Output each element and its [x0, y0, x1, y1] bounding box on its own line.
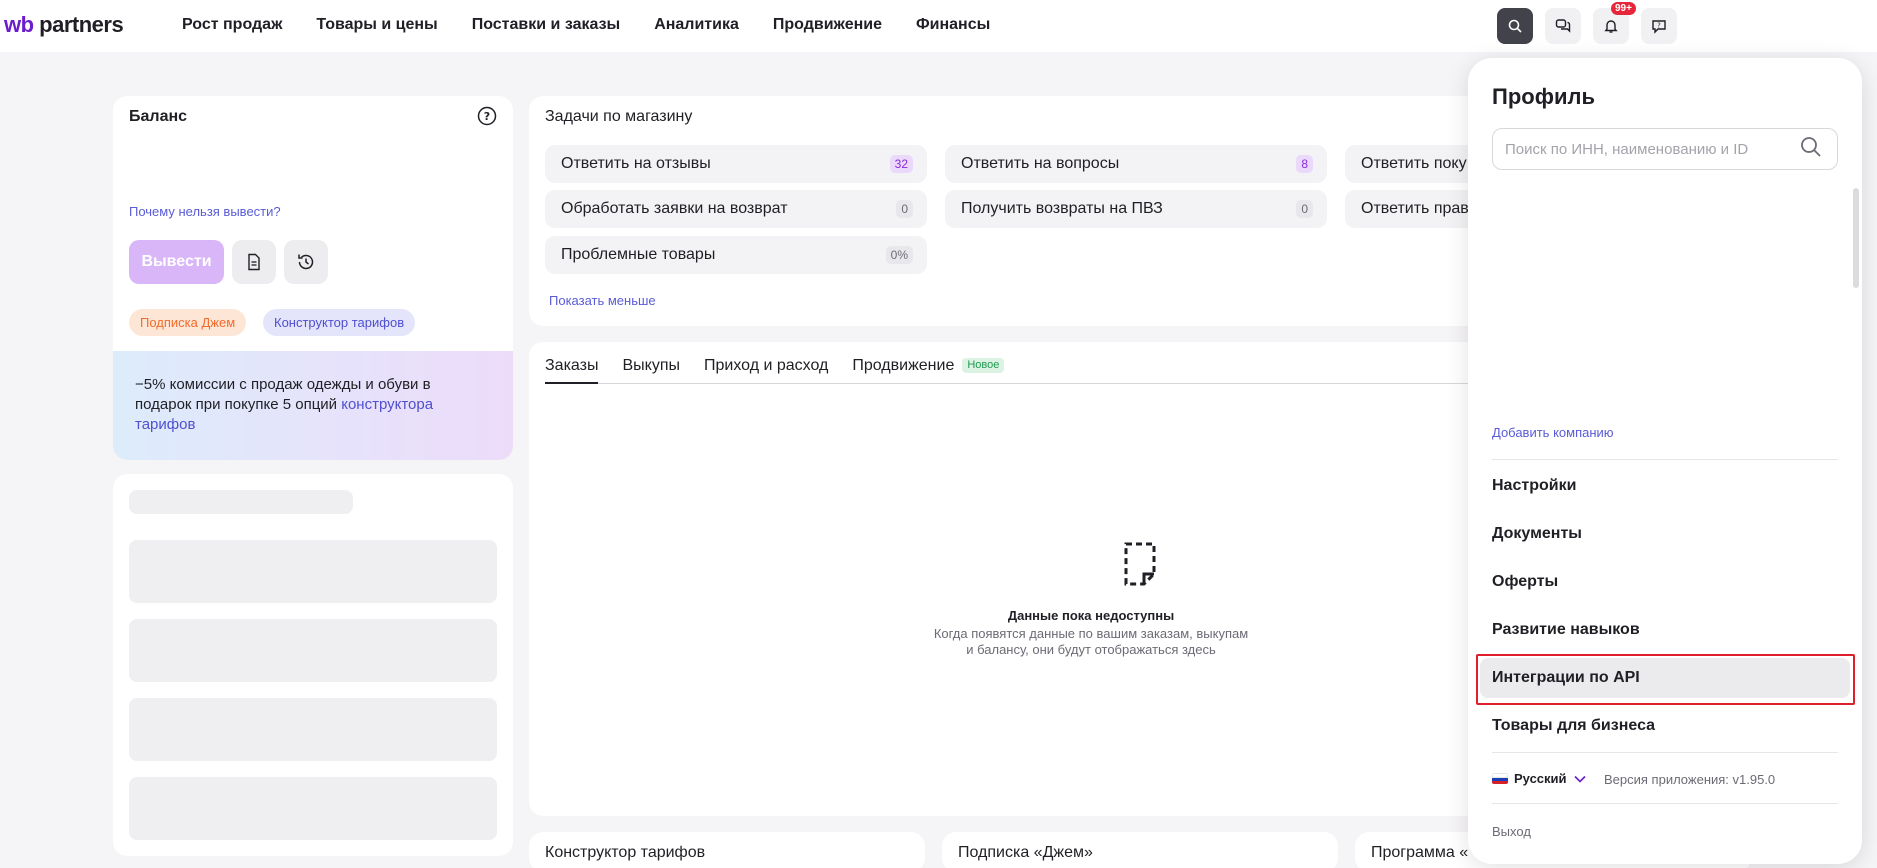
report-document-button[interactable] [232, 240, 276, 284]
nav-item-promotion[interactable]: Продвижение [773, 16, 882, 34]
why-cannot-withdraw-link[interactable]: Почему нельзя вывести? [129, 204, 281, 219]
profile-panel: Профиль Добавить компанию Настройки Доку… [1468, 58, 1862, 864]
chevron-down-icon [1573, 775, 1586, 783]
search-icon [1508, 19, 1522, 33]
empty-state-text: Когда появятся данные по вашим заказам, … [933, 626, 1249, 657]
company-list-scrollbar[interactable] [1853, 188, 1859, 288]
task-reply-buyers[interactable]: Ответить поку [1345, 145, 1479, 183]
menu-item-settings[interactable]: Настройки [1480, 466, 1850, 506]
tab-promotion[interactable]: Продвижение Новое [852, 354, 1005, 384]
divider [1492, 459, 1838, 460]
jam-subscription-card[interactable]: Подписка «Джем» [942, 832, 1338, 868]
tab-orders[interactable]: Заказы [545, 354, 599, 384]
header-search-button[interactable] [1497, 8, 1533, 44]
loading-skeleton-card [113, 474, 513, 856]
nav-item-sales-growth[interactable]: Рост продаж [182, 16, 282, 34]
app-version: Версия приложения: v1.95.0 [1604, 772, 1776, 787]
language-selector[interactable]: Русский [1492, 771, 1587, 786]
menu-item-business-goods[interactable]: Товары для бизнеса [1480, 706, 1850, 746]
support-chat-icon: ? [1652, 20, 1666, 34]
svg-text:?: ? [484, 110, 490, 123]
task-receive-returns[interactable]: Получить возвраты на ПВЗ 0 [945, 190, 1327, 228]
withdraw-button[interactable]: Вывести [129, 240, 224, 284]
document-icon [248, 253, 260, 271]
search-icon[interactable] [1800, 136, 1822, 163]
orders-card: Заказы Выкупы Приход и расход Продвижени… [529, 342, 1479, 816]
tasks-title: Задачи по магазину [545, 108, 693, 125]
skeleton-block [129, 540, 497, 603]
divider [1492, 803, 1838, 804]
nav-item-goods-prices[interactable]: Товары и цены [316, 16, 437, 34]
divider [1492, 752, 1838, 753]
balance-card: Баланс ? Почему нельзя вывести? Вывести … [113, 96, 513, 460]
highlight-frame [1476, 654, 1855, 705]
history-button[interactable] [284, 240, 328, 284]
skeleton-block [129, 698, 497, 761]
menu-item-offers[interactable]: Оферты [1480, 562, 1850, 602]
task-count: 0 [896, 200, 913, 218]
header-support-button[interactable]: ? [1641, 8, 1677, 44]
nav-item-analytics[interactable]: Аналитика [654, 16, 739, 34]
shop-tasks-card: Задачи по магазину Ответить на отзывы 32 … [529, 96, 1479, 326]
skeleton-block [129, 619, 497, 682]
chat-icon [1555, 19, 1571, 33]
task-reply-questions[interactable]: Ответить на вопросы 8 [945, 145, 1327, 183]
menu-item-documents[interactable]: Документы [1480, 514, 1850, 554]
balance-title: Баланс [129, 108, 188, 125]
nav-item-finance[interactable]: Финансы [916, 16, 990, 34]
task-process-returns[interactable]: Обработать заявки на возврат 0 [545, 190, 927, 228]
skeleton-line [129, 490, 353, 514]
chip-jam-subscription[interactable]: Подписка Джем [129, 309, 247, 336]
empty-data-icon [1122, 542, 1158, 591]
task-count: 8 [1296, 155, 1313, 173]
new-badge: Новое [962, 358, 1005, 373]
empty-state-title: Данные пока недоступны [1007, 608, 1175, 623]
task-problem-goods[interactable]: Проблемные товары 0% [545, 236, 927, 274]
show-less-link[interactable]: Показать меньше [549, 293, 656, 308]
bell-icon [1604, 20, 1618, 33]
add-company-link[interactable]: Добавить компанию [1492, 425, 1614, 440]
header-chat-button[interactable] [1545, 8, 1581, 44]
top-header: wb partners Рост продаж Товары и цены По… [0, 0, 1877, 52]
notifications-badge: 99+ [1611, 2, 1636, 15]
task-reply-claims[interactable]: Ответить прав [1345, 190, 1479, 228]
russian-flag-icon [1492, 773, 1508, 784]
tab-buyouts[interactable]: Выкупы [622, 354, 680, 384]
header-notifications-button[interactable]: 99+ [1593, 2, 1636, 44]
task-count: 0 [1296, 200, 1313, 218]
task-reply-reviews[interactable]: Ответить на отзывы 32 [545, 145, 927, 183]
tab-income-expense[interactable]: Приход и расход [704, 354, 828, 384]
tariff-constructor-card[interactable]: Конструктор тарифов [529, 832, 925, 868]
skeleton-block [129, 777, 497, 840]
orders-tabs: Заказы Выкупы Приход и расход Продвижени… [545, 354, 1479, 384]
profile-title: Профиль [1492, 84, 1595, 109]
task-count: 0% [885, 246, 913, 264]
promo-banner[interactable]: −5% комиссии с продаж одежды и обуви в п… [113, 351, 513, 460]
menu-item-skills[interactable]: Развитие навыков [1480, 610, 1850, 650]
help-icon[interactable]: ? [477, 106, 497, 131]
task-count: 32 [889, 155, 913, 173]
logout-link[interactable]: Выход [1492, 824, 1531, 839]
svg-text:?: ? [1657, 22, 1661, 30]
profile-search-input[interactable] [1492, 128, 1838, 170]
history-icon [298, 254, 314, 270]
wb-partners-logo[interactable]: wb partners [4, 12, 124, 38]
chip-tariff-constructor[interactable]: Конструктор тарифов [263, 309, 416, 336]
main-nav: Рост продаж Товары и цены Поставки и зак… [182, 16, 1024, 34]
nav-item-supplies-orders[interactable]: Поставки и заказы [472, 16, 620, 34]
